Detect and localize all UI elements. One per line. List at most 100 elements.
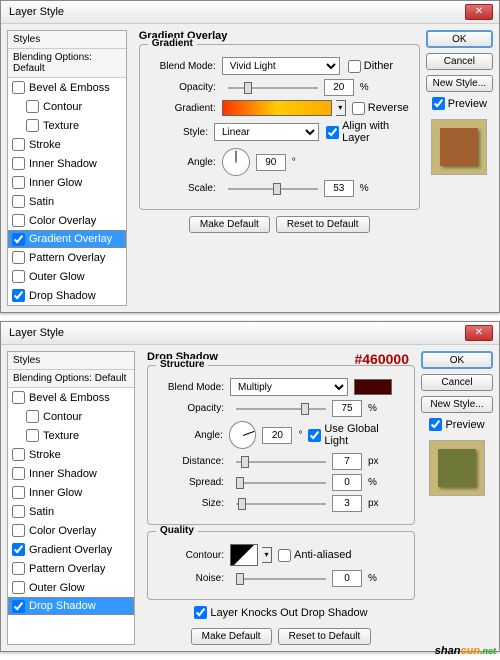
- sidebar-item-texture[interactable]: Texture: [8, 426, 134, 445]
- cancel-button[interactable]: Cancel: [421, 374, 493, 391]
- cancel-button[interactable]: Cancel: [426, 53, 493, 70]
- sidebar-item-stroke[interactable]: Stroke: [8, 445, 134, 464]
- opacity-slider[interactable]: [236, 401, 326, 417]
- reverse-checkbox[interactable]: Reverse: [352, 102, 409, 115]
- noise-input[interactable]: [332, 570, 362, 587]
- opacity-input[interactable]: [332, 400, 362, 417]
- styles-sidebar: Styles Blending Options: Default Bevel &…: [7, 351, 135, 645]
- make-default-button[interactable]: Make Default: [189, 216, 270, 233]
- sidebar-item-inner-glow[interactable]: Inner Glow: [8, 483, 134, 502]
- spread-label: Spread:: [158, 477, 224, 488]
- sidebar-item-color-overlay[interactable]: Color Overlay: [8, 211, 126, 230]
- sidebar-item-contour[interactable]: Contour: [8, 97, 126, 116]
- sidebar-item-pattern-overlay[interactable]: Pattern Overlay: [8, 559, 134, 578]
- knocks-out-checkbox[interactable]: Layer Knocks Out Drop Shadow: [194, 606, 367, 619]
- sidebar-item-gradient-overlay[interactable]: Gradient Overlay: [8, 230, 126, 248]
- group-gradient: Gradient: [148, 38, 197, 49]
- sidebar-item-outer-glow[interactable]: Outer Glow: [8, 267, 126, 286]
- angle-label: Angle:: [150, 157, 216, 168]
- settings-panel: Gradient Overlay Gradient Blend Mode: Vi…: [135, 30, 424, 306]
- layer-style-dialog-2: Layer Style ✕ Styles Blending Options: D…: [0, 321, 500, 652]
- contour-picker[interactable]: [230, 544, 258, 566]
- sidebar-item-inner-shadow[interactable]: Inner Shadow: [8, 464, 134, 483]
- angle-dial[interactable]: [222, 148, 250, 176]
- spread-input[interactable]: [332, 474, 362, 491]
- preview-thumbnail: [429, 440, 485, 496]
- size-input[interactable]: [332, 495, 362, 512]
- sidebar-item-texture[interactable]: Texture: [8, 116, 126, 135]
- settings-panel: Drop Shadow #460000 Structure Blend Mode…: [143, 351, 419, 645]
- angle-label: Angle:: [158, 430, 223, 441]
- scale-slider[interactable]: [228, 181, 318, 197]
- angle-input[interactable]: [256, 154, 286, 171]
- close-icon[interactable]: ✕: [465, 4, 493, 20]
- gradient-label: Gradient:: [150, 103, 216, 114]
- sidebar-header-blending[interactable]: Blending Options: Default: [8, 370, 134, 388]
- right-panel: OK Cancel New Style... Preview: [424, 30, 493, 306]
- close-icon[interactable]: ✕: [465, 325, 493, 341]
- sidebar-item-inner-glow[interactable]: Inner Glow: [8, 173, 126, 192]
- sidebar-header-blending[interactable]: Blending Options: Default: [8, 49, 126, 78]
- gradient-dropdown-icon[interactable]: ▾: [336, 100, 346, 116]
- sidebar-item-drop-shadow[interactable]: Drop Shadow: [8, 286, 126, 305]
- align-checkbox[interactable]: Align with Layer: [326, 120, 409, 144]
- reset-default-button[interactable]: Reset to Default: [276, 216, 370, 233]
- make-default-button[interactable]: Make Default: [191, 628, 272, 645]
- sidebar-item-contour[interactable]: Contour: [8, 407, 134, 426]
- preview-checkbox[interactable]: Preview: [426, 97, 493, 110]
- window-title: Layer Style: [9, 327, 64, 339]
- antialiased-checkbox[interactable]: Anti-aliased: [278, 549, 351, 562]
- sidebar-item-color-overlay[interactable]: Color Overlay: [8, 521, 134, 540]
- angle-dial[interactable]: [229, 421, 257, 449]
- sidebar-item-satin[interactable]: Satin: [8, 502, 134, 521]
- window-title: Layer Style: [9, 6, 64, 18]
- global-light-checkbox[interactable]: Use Global Light: [308, 423, 404, 447]
- dither-checkbox[interactable]: Dither: [348, 60, 393, 73]
- blend-mode-label: Blend Mode:: [158, 382, 224, 393]
- contour-dropdown-icon[interactable]: ▾: [262, 547, 272, 563]
- opacity-label: Opacity:: [158, 403, 224, 414]
- size-label: Size:: [158, 498, 224, 509]
- sidebar-item-gradient-overlay[interactable]: Gradient Overlay: [8, 540, 134, 559]
- gradient-swatch[interactable]: [222, 100, 332, 116]
- scale-input[interactable]: [324, 180, 354, 197]
- sidebar-item-inner-shadow[interactable]: Inner Shadow: [8, 154, 126, 173]
- ok-button[interactable]: OK: [426, 30, 493, 48]
- scale-label: Scale:: [150, 183, 216, 194]
- distance-slider[interactable]: [236, 454, 326, 470]
- blend-mode-select[interactable]: Multiply: [230, 378, 348, 396]
- distance-input[interactable]: [332, 453, 362, 470]
- sidebar-item-drop-shadow[interactable]: Drop Shadow: [8, 597, 134, 615]
- sidebar-header-styles[interactable]: Styles: [8, 352, 134, 370]
- opacity-slider[interactable]: [228, 80, 318, 96]
- shadow-color-swatch[interactable]: [354, 379, 392, 395]
- watermark: shancun.net: [435, 641, 496, 657]
- angle-input[interactable]: [262, 427, 292, 444]
- new-style-button[interactable]: New Style...: [426, 75, 493, 92]
- blend-mode-select[interactable]: Vivid Light: [222, 57, 340, 75]
- group-quality: Quality: [156, 525, 198, 536]
- sidebar-item-pattern-overlay[interactable]: Pattern Overlay: [8, 248, 126, 267]
- sidebar-header-styles[interactable]: Styles: [8, 31, 126, 49]
- style-select[interactable]: Linear: [214, 123, 319, 141]
- sidebar-item-stroke[interactable]: Stroke: [8, 135, 126, 154]
- preview-checkbox[interactable]: Preview: [421, 418, 493, 431]
- sidebar-item-bevel-emboss[interactable]: Bevel & Emboss: [8, 388, 134, 407]
- size-slider[interactable]: [236, 496, 326, 512]
- preview-thumbnail: [431, 119, 487, 175]
- distance-label: Distance:: [158, 456, 224, 467]
- sidebar-item-bevel-emboss[interactable]: Bevel & Emboss: [8, 78, 126, 97]
- sidebar-item-satin[interactable]: Satin: [8, 192, 126, 211]
- reset-default-button[interactable]: Reset to Default: [278, 628, 372, 645]
- noise-slider[interactable]: [236, 571, 326, 587]
- ok-button[interactable]: OK: [421, 351, 493, 369]
- sidebar-item-outer-glow[interactable]: Outer Glow: [8, 578, 134, 597]
- titlebar: Layer Style ✕: [1, 1, 499, 24]
- opacity-input[interactable]: [324, 79, 354, 96]
- opacity-label: Opacity:: [150, 82, 216, 93]
- titlebar: Layer Style ✕: [1, 322, 499, 345]
- spread-slider[interactable]: [236, 475, 326, 491]
- layer-style-dialog-1: Layer Style ✕ Styles Blending Options: D…: [0, 0, 500, 313]
- new-style-button[interactable]: New Style...: [421, 396, 493, 413]
- group-structure: Structure: [156, 359, 208, 370]
